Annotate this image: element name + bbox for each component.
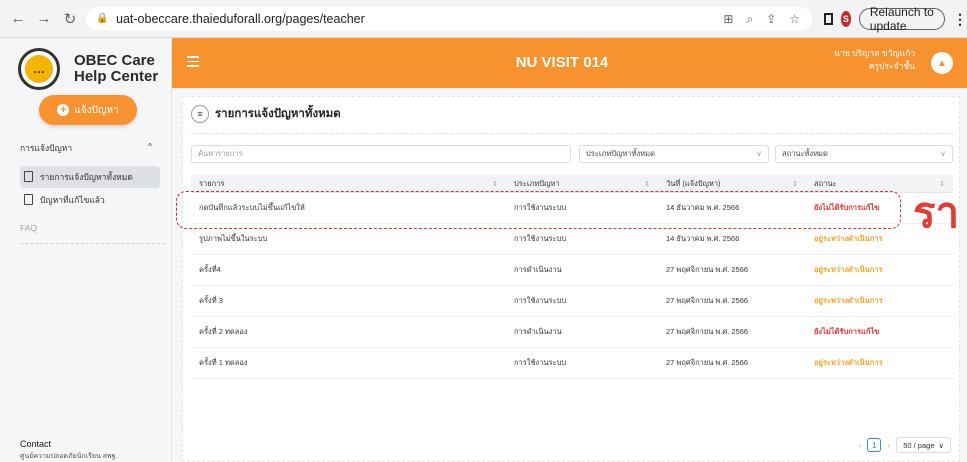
column-label: สถานะ: [814, 178, 837, 188]
sidebar-item-all-issues[interactable]: รายการแจ้งปัญหาทั้งหมด: [20, 166, 160, 188]
column-label: ประเภทปัญหา: [514, 178, 560, 188]
prev-page-icon[interactable]: ‹: [858, 440, 861, 450]
chevron-down-icon: ∨: [940, 149, 946, 158]
cell-item: ครั้งที่ 1 ทดลอง: [199, 358, 248, 367]
cell-status: อยู่ระหว่างดำเนินการ: [814, 358, 883, 367]
cell-status: อยู่ระหว่างดำเนินการ: [814, 265, 883, 274]
translate-icon[interactable]: ⊞: [723, 12, 733, 27]
user-role: ครูประจำชั้น: [868, 60, 915, 71]
filter-bar: ค้นหารายการ ประเภทปัญหาทั้งหมด ∨ สถานะทั…: [191, 145, 953, 163]
cell-item: ครั้งที่ 3: [199, 296, 223, 305]
lock-icon: 🔒: [96, 13, 109, 24]
page-title: NU VISIT 014: [515, 54, 609, 71]
share-icon[interactable]: ⇪: [766, 12, 776, 27]
sidebar-divider: [20, 243, 165, 244]
cell-type: การดำเนินงาน: [514, 327, 562, 336]
brand-subtitle: Help Center: [74, 68, 159, 85]
bookmark-star-icon[interactable]: ☆: [789, 12, 800, 27]
table-row[interactable]: ครั้งที่ 3 การใช้งานระบบ 27 พฤศจิกายน พ.ศ.…: [191, 286, 953, 317]
sort-icon[interactable]: ⇕: [644, 180, 650, 188]
back-icon[interactable]: ←: [8, 9, 28, 29]
sidebar-item-faq[interactable]: FAQ: [20, 223, 37, 233]
report-issue-button[interactable]: + แจ้งปัญหา: [39, 95, 137, 125]
notification-bell-icon[interactable]: ▲: [931, 52, 953, 74]
sidebar-item-label: ปัญหาที่แก้ไขแล้ว: [40, 195, 105, 205]
column-header-date[interactable]: วันที่ (แจ้งปัญหา) ⇕: [658, 175, 806, 192]
address-bar[interactable]: 🔒 uat-obeccare.thaieduforall.org/pages/t…: [86, 7, 812, 31]
column-label: วันที่ (แจ้งปัญหา): [666, 178, 721, 188]
user-info[interactable]: นาย ปริญาล ขวัญแก้ว ครูประจำชั้น: [834, 47, 915, 73]
plus-icon: +: [57, 104, 70, 116]
cell-item: รูปภาพไม่ขึ้นในระบบ: [199, 234, 268, 243]
type-filter-value: ประเภทปัญหาทั้งหมด: [586, 149, 655, 158]
main-content: ≡ รายการแจ้งปัญหาทั้งหมด ค้นหารายการ ประ…: [172, 88, 967, 462]
cell-date: 14 ธันวาคม พ.ศ. 2566: [666, 234, 740, 243]
column-header-item[interactable]: รายการ ⇕: [191, 175, 506, 192]
cell-type: การใช้งานระบบ: [514, 358, 567, 367]
reload-icon[interactable]: ↻: [60, 9, 80, 29]
brand-name: OBEC Care: [74, 51, 155, 69]
type-filter-select[interactable]: ประเภทปัญหาทั้งหมด ∨: [579, 145, 769, 163]
relaunch-button[interactable]: Relaunch to update: [858, 5, 946, 33]
document-icon: [24, 194, 33, 205]
annotation-text: รา: [913, 188, 960, 237]
next-page-icon[interactable]: ›: [887, 440, 890, 450]
browser-menu-icon[interactable]: ⋮: [953, 11, 967, 28]
sidebar-section-issues[interactable]: การแจ้งปัญหา ^: [20, 141, 152, 155]
table-row[interactable]: ครั้งที่4 การดำเนินงาน 27 พฤศจิกายน พ.ศ. 2…: [191, 255, 953, 286]
sort-icon[interactable]: ⇕: [792, 180, 798, 188]
user-name: นาย ปริญาล ขวัญแก้ว: [834, 48, 915, 58]
card-title-text: รายการแจ้งปัญหาทั้งหมด: [215, 108, 341, 120]
zoom-icon[interactable]: ⌕: [746, 12, 753, 27]
cell-status: ยังไม่ได้รับการแก้ไข: [814, 327, 880, 336]
logo-icon: …: [18, 48, 60, 90]
table-row[interactable]: ครั้งที่ 1 ทดลอง การใช้งานระบบ 27 พฤศจิกาย…: [191, 348, 953, 379]
sidebar-item-resolved[interactable]: ปัญหาที่แก้ไขแล้ว: [20, 189, 160, 211]
document-icon: [24, 171, 33, 182]
sidebar-item-label: รายการแจ้งปัญหาทั้งหมด: [40, 172, 133, 182]
pagination: ‹ 1 › 50 / page ∨: [858, 437, 951, 453]
table-row[interactable]: ครั้งที่ 2 ทดลอง การดำเนินงาน 27 พฤศจิกายน…: [191, 317, 953, 348]
status-filter-select[interactable]: สถานะทั้งหมด ∨: [775, 145, 953, 163]
sidepanel-icon[interactable]: [824, 13, 833, 25]
search-input[interactable]: ค้นหารายการ: [191, 145, 571, 163]
chevron-up-icon: ^: [148, 141, 152, 151]
divider: [191, 133, 953, 134]
chevron-down-icon: ∨: [756, 149, 762, 158]
current-page[interactable]: 1: [867, 438, 882, 452]
page-size-select[interactable]: 50 / page ∨: [896, 437, 951, 453]
card-title: ≡ รายการแจ้งปัญหาทั้งหมด: [191, 105, 341, 123]
report-issue-label: แจ้งปัญหา: [74, 104, 119, 116]
column-header-type[interactable]: ประเภทปัญหา ⇕: [506, 175, 658, 192]
cell-date: 27 พฤศจิกายน พ.ศ. 2566: [666, 296, 749, 305]
page-size-value: 50 / page: [903, 440, 935, 450]
cell-item: ครั้งที่4: [199, 265, 221, 274]
forward-icon[interactable]: →: [34, 9, 54, 29]
cell-date: 27 พฤศจิกายน พ.ศ. 2566: [666, 265, 749, 274]
cell-item: ครั้งที่ 2 ทดลอง: [199, 327, 248, 336]
cell-type: การใช้งานระบบ: [514, 234, 567, 243]
highlight-annotation: [176, 191, 901, 229]
issues-card: ≡ รายการแจ้งปัญหาทั้งหมด ค้นหารายการ ประ…: [182, 96, 960, 462]
status-filter-value: สถานะทั้งหมด: [782, 149, 828, 158]
app-header: NU VISIT 014 นาย ปริญาล ขวัญแก้ว ครูประจ…: [172, 38, 967, 88]
cell-type: การดำเนินงาน: [514, 265, 562, 274]
sidebar: … OBEC Care Help Center + แจ้งปัญหา การแ…: [0, 38, 172, 462]
sort-icon[interactable]: ⇕: [492, 180, 498, 188]
browser-toolbar: ← → ↻ 🔒 uat-obeccare.thaieduforall.org/p…: [0, 0, 967, 38]
cell-status: อยู่ระหว่างดำเนินการ: [814, 296, 883, 305]
cell-date: 27 พฤศจิกายน พ.ศ. 2566: [666, 358, 749, 367]
chevron-down-icon: ∨: [938, 440, 945, 450]
cell-type: การใช้งานระบบ: [514, 296, 567, 305]
list-icon: ≡: [191, 105, 209, 123]
menu-icon[interactable]: [187, 56, 199, 70]
url-text: uat-obeccare.thaieduforall.org/pages/tea…: [116, 12, 365, 26]
brand: … OBEC Care Help Center: [18, 48, 158, 90]
sidebar-section-label: การแจ้งปัญหา: [20, 143, 73, 153]
contact-subtitle: ศูนย์ความปลอดภัยนักเรียน สพฐ.: [20, 453, 118, 460]
column-label: รายการ: [199, 178, 225, 188]
profile-avatar[interactable]: S: [840, 11, 851, 27]
cell-date: 27 พฤศจิกายน พ.ศ. 2566: [666, 327, 749, 336]
